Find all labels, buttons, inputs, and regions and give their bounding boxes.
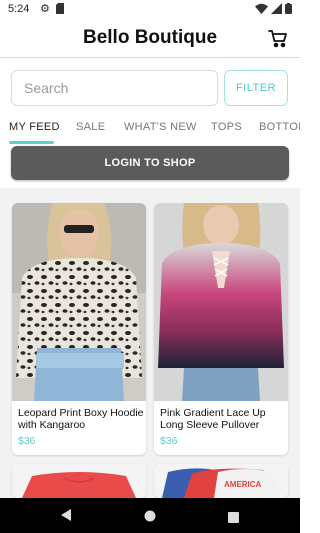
product-image-america-tee[interactable]: AMERICA (154, 464, 288, 498)
recents-icon[interactable] (228, 510, 239, 528)
home-icon[interactable] (144, 509, 156, 527)
product-image-pink-gradient-pullover[interactable] (154, 203, 288, 401)
signal-icon (271, 3, 282, 18)
product-card[interactable]: AMERICA (154, 464, 288, 498)
status-bar: 5:24 ⚙ (0, 0, 300, 20)
product-image-red-tee[interactable] (12, 464, 146, 498)
product-card[interactable]: Leopard Print Boxy Hoodie with Kangaroo … (12, 203, 146, 455)
back-icon[interactable] (60, 508, 72, 527)
tab-whats-new[interactable]: WHAT'S NEW (124, 121, 197, 133)
wifi-icon (255, 3, 268, 18)
tab-bottoms[interactable]: BOTTOMS (259, 121, 300, 133)
status-time: 5:24 (8, 3, 30, 15)
product-price: $36 (18, 435, 36, 447)
product-name[interactable]: Pink Gradient Lace Up Long Sleeve Pullov… (160, 407, 286, 431)
search-input[interactable] (11, 70, 218, 106)
product-price: $36 (160, 435, 178, 447)
cart-icon[interactable] (268, 28, 288, 48)
tab-tops[interactable]: TOPS (211, 121, 242, 133)
tee-print-text: AMERICA (224, 480, 262, 489)
system-nav-bar (0, 498, 300, 533)
active-tab-indicator (9, 141, 54, 144)
product-image-leopard-hoodie[interactable] (12, 203, 146, 401)
filter-button[interactable]: FILTER (224, 70, 288, 106)
search-row: FILTER (0, 70, 300, 108)
product-card[interactable]: Pink Gradient Lace Up Long Sleeve Pullov… (154, 203, 288, 455)
battery-icon (285, 3, 292, 18)
product-card[interactable] (12, 464, 146, 498)
tab-sale[interactable]: SALE (76, 121, 105, 133)
app-title: Bello Boutique (82, 27, 218, 48)
product-name[interactable]: Leopard Print Boxy Hoodie with Kangaroo (18, 407, 144, 431)
settings-icon: ⚙ (40, 3, 50, 15)
app-bar: Bello Boutique (0, 20, 300, 58)
login-to-shop-button[interactable]: LOGIN TO SHOP (11, 146, 289, 180)
sim-card-icon (56, 3, 64, 18)
category-tabs: MY FEED SALE WHAT'S NEW TOPS BOTTOMS (0, 116, 300, 144)
tab-my-feed[interactable]: MY FEED (9, 121, 60, 133)
